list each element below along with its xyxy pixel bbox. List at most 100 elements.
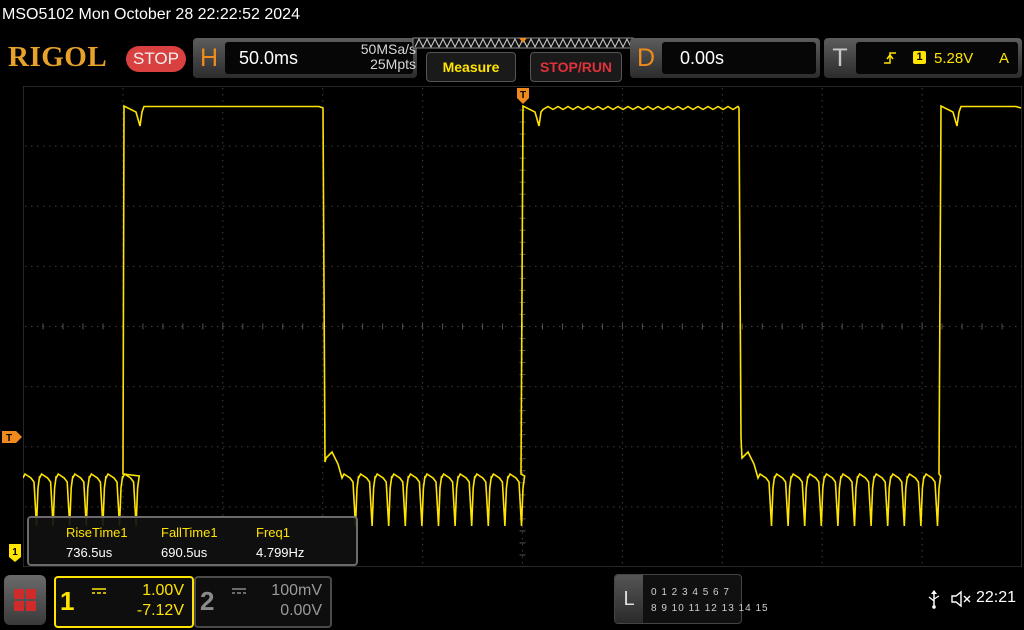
grid-dot — [49, 205, 51, 207]
grid-dot — [511, 446, 513, 448]
grid-dot — [222, 508, 224, 510]
grid-dot — [433, 446, 435, 448]
grid-dot — [222, 406, 224, 408]
grid-dot — [349, 145, 351, 147]
grid-dot — [49, 145, 51, 147]
grid-dot — [667, 265, 669, 267]
grid-dot — [775, 326, 777, 327]
grid-dot — [295, 446, 297, 448]
trigger-position-marker[interactable]: T — [516, 87, 530, 105]
grid-dot — [621, 364, 623, 366]
grid-dot — [422, 262, 424, 264]
grid-dot — [821, 220, 823, 222]
grid-dot — [223, 506, 225, 508]
grid-dot — [697, 506, 699, 508]
run-state-badge[interactable]: STOP — [126, 46, 186, 72]
grid-dot — [493, 386, 495, 388]
grid-dot — [821, 382, 823, 384]
grid-dot — [577, 386, 579, 388]
grid-dot — [685, 386, 687, 388]
grid-dot — [821, 550, 823, 552]
waveform-display[interactable] — [23, 86, 1022, 567]
grid-dot — [322, 496, 324, 498]
grid-dot — [637, 205, 639, 207]
grid-dot — [322, 364, 324, 366]
measure-button[interactable]: Measure — [426, 52, 516, 82]
grid-dot — [721, 364, 723, 366]
grid-dot — [985, 506, 987, 508]
grid-dot — [991, 326, 993, 327]
grid-dot — [811, 326, 813, 327]
grid-dot — [222, 382, 224, 384]
grid-dot — [727, 386, 729, 388]
trigger-level-marker[interactable]: T — [1, 430, 23, 444]
grid-dot — [883, 145, 885, 147]
grid-dot — [667, 326, 669, 327]
grid-dot — [721, 88, 723, 90]
grid-dot — [343, 506, 345, 508]
grid-dot — [921, 250, 923, 252]
grid-dot — [422, 136, 424, 138]
grid-dot — [511, 145, 513, 147]
grid-dot — [151, 326, 153, 327]
grid-dot — [322, 508, 324, 510]
grid-dot — [1009, 386, 1011, 388]
grid-dot — [931, 326, 933, 327]
delay-panel[interactable]: D — [630, 38, 820, 78]
grid-dot — [937, 145, 939, 147]
grid-dot — [821, 256, 823, 258]
grid-dot — [139, 265, 141, 267]
menu-button[interactable] — [4, 575, 46, 625]
grid-dot — [799, 145, 801, 147]
grid-dot — [821, 232, 823, 234]
grid-dot — [222, 202, 224, 204]
grid-dot — [621, 136, 623, 138]
grid-dot — [865, 145, 867, 147]
grid-dot — [175, 446, 177, 448]
grid-dot — [313, 386, 315, 388]
stop-run-button[interactable]: STOP/RUN — [530, 52, 622, 82]
grid-dot — [422, 244, 424, 246]
ch1-ground-label: 1 — [12, 547, 18, 558]
grid-dot — [322, 340, 324, 342]
grid-dot — [397, 386, 399, 388]
grid-dot — [621, 412, 623, 414]
grid-dot — [487, 265, 489, 267]
grid-dot — [361, 205, 363, 207]
grid-dot — [247, 506, 249, 508]
grid-dot — [295, 506, 297, 508]
grid-dot — [921, 472, 923, 474]
grid-dot — [637, 446, 639, 448]
grid-dot — [751, 205, 753, 207]
grid-dot — [422, 370, 424, 372]
grid-dot — [685, 265, 687, 267]
grid-dot — [621, 202, 623, 204]
grid-dot — [637, 506, 639, 508]
grid-dot — [322, 472, 324, 474]
grid-dot — [422, 214, 424, 216]
ch2-panel[interactable]: 2 100mV 0.00V — [194, 576, 332, 628]
grid-dot — [1003, 326, 1005, 327]
measurement-panel[interactable]: RiseTime1 736.5us FallTime1 690.5us Freq… — [27, 516, 358, 566]
grid-dot — [889, 386, 891, 388]
grid-dot — [937, 205, 939, 207]
grid-dot — [775, 145, 777, 147]
grid-dot — [721, 202, 723, 204]
grid-dot — [967, 446, 969, 448]
grid-dot — [889, 265, 891, 267]
grid-dot — [271, 446, 273, 448]
grid-dot — [821, 118, 823, 120]
grid-dot — [355, 265, 357, 267]
speaker-muted-icon[interactable] — [950, 589, 972, 609]
grid-dot — [271, 506, 273, 508]
memory-timeline — [412, 37, 634, 49]
grid-dot — [621, 208, 623, 210]
grid-dot — [621, 322, 623, 324]
ch1-panel[interactable]: 1 1.00V -7.12V — [54, 576, 194, 628]
logic-analyzer-panel[interactable]: L 0 1 2 3 4 5 6 7 8 9 10 11 12 13 14 15 — [614, 574, 768, 624]
grid-dot — [79, 506, 81, 508]
grid-dot — [853, 145, 855, 147]
grid-dot — [445, 145, 447, 147]
ch1-ground-marker[interactable]: 1 — [8, 543, 22, 563]
grid-dot — [721, 514, 723, 516]
